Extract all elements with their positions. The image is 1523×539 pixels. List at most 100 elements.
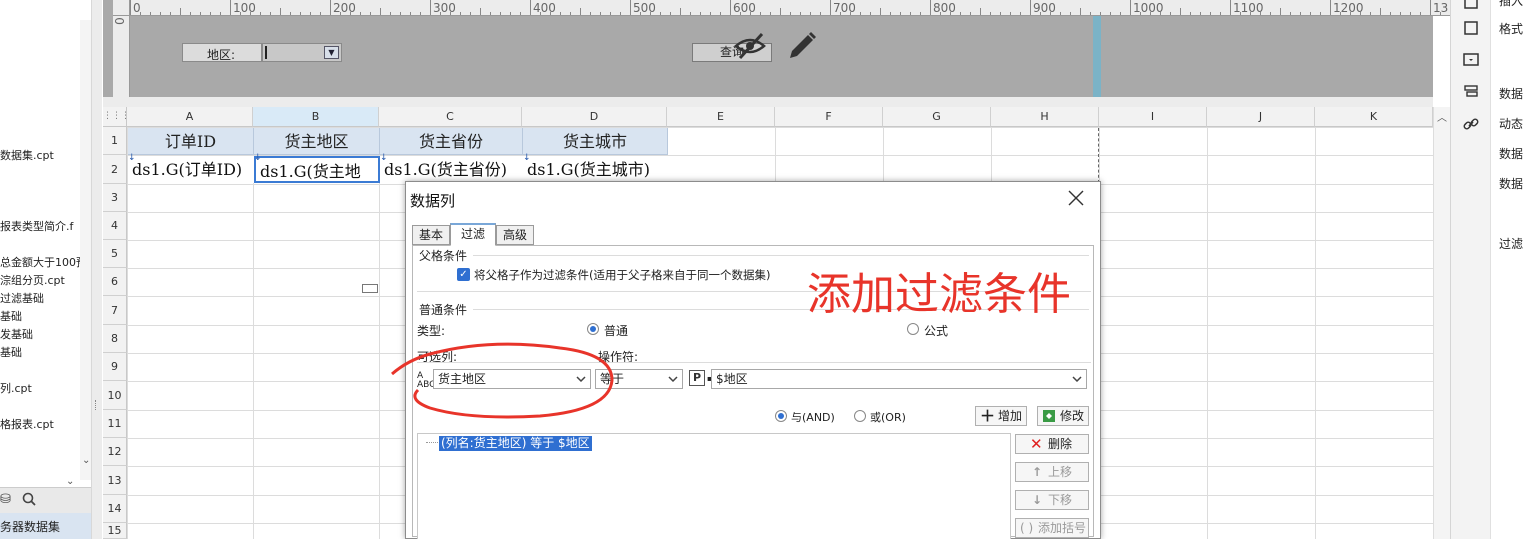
row-header-3[interactable]: 3: [103, 184, 127, 212]
file-tree-item[interactable]: 淙组分页.cpt: [0, 272, 65, 288]
scroll-down-icon[interactable]: ⌄: [66, 476, 74, 487]
file-tree-item[interactable]: 格报表.cpt: [0, 416, 54, 432]
column-header-h[interactable]: H: [991, 107, 1099, 127]
chevron-down-icon[interactable]: [1070, 370, 1084, 388]
data-cell[interactable]: ds1.G(货主省份): [380, 156, 523, 183]
scroll-up-icon[interactable]: ︿: [1437, 109, 1447, 124]
attribute-section-label[interactable]: 过滤: [1499, 235, 1523, 252]
data-cell[interactable]: ds1.G(货主城市): [523, 156, 668, 183]
column-header-j[interactable]: J: [1207, 107, 1315, 127]
widget-icon[interactable]: [1461, 50, 1481, 70]
row-header-8[interactable]: 8: [103, 325, 127, 353]
attribute-section-label[interactable]: 数据: [1499, 145, 1523, 162]
link-icon[interactable]: [1461, 114, 1481, 134]
panel-splitter[interactable]: [92, 0, 102, 539]
attribute-section-label[interactable]: 格式: [1499, 20, 1523, 37]
row-header-15[interactable]: 15: [103, 523, 127, 539]
row-header-12[interactable]: 12: [103, 438, 127, 466]
cell-widget-box[interactable]: [362, 284, 378, 293]
ruler-tick: [1060, 12, 1061, 15]
splitter-grip[interactable]: [95, 400, 98, 410]
scroll-down-icon[interactable]: ⌄: [82, 455, 90, 466]
column-header-d[interactable]: D: [522, 107, 667, 127]
parameter-toggle-button[interactable]: P: [689, 370, 705, 386]
column-header-f[interactable]: F: [775, 107, 883, 127]
region-param-combobox[interactable]: ▼: [262, 43, 342, 62]
tab-basic[interactable]: 基本: [412, 225, 450, 245]
insert-icon[interactable]: [1461, 0, 1481, 12]
column-header-i[interactable]: I: [1099, 107, 1207, 127]
row-header-7[interactable]: 7: [103, 296, 127, 325]
row-header-14[interactable]: 14: [103, 495, 127, 523]
add-condition-button[interactable]: ＋ 增加: [975, 406, 1027, 426]
header-cell[interactable]: 货主地区: [254, 128, 380, 155]
select-all-corner[interactable]: ⋮⋮⋮: [103, 107, 130, 127]
ruler-tick: [400, 12, 401, 15]
header-cell[interactable]: 订单ID: [128, 128, 254, 155]
file-tree-item[interactable]: 过滤基础: [0, 290, 44, 306]
column-header-a[interactable]: A: [127, 107, 253, 127]
file-tree-item[interactable]: 报表类型简介.f: [0, 218, 73, 234]
row-header-11[interactable]: 11: [103, 410, 127, 438]
delete-condition-button[interactable]: ✕ 删除: [1015, 434, 1089, 454]
move-down-button[interactable]: ↓ 下移: [1015, 490, 1089, 510]
dropdown-arrow-icon[interactable]: ▼: [324, 46, 339, 59]
column-header-e[interactable]: E: [667, 107, 775, 127]
file-tree-item[interactable]: 基础: [0, 308, 22, 324]
file-tree-item[interactable]: 列.cpt: [0, 380, 32, 396]
data-column-icon[interactable]: [1461, 82, 1481, 102]
ruler-tick: [370, 12, 371, 15]
server-dataset-tab[interactable]: 务器数据集: [0, 513, 91, 539]
attribute-section-label[interactable]: 数据: [1499, 85, 1523, 102]
attribute-section-label[interactable]: 插入: [1499, 0, 1523, 9]
chevron-down-icon[interactable]: [666, 370, 680, 388]
parent-filter-checkbox[interactable]: ✓: [457, 268, 470, 281]
condition-list[interactable]: (列名:货主地区) 等于 $地区: [417, 433, 1011, 539]
column-header-c[interactable]: C: [379, 107, 522, 127]
file-tree-item[interactable]: 总金额大于100预: [0, 254, 87, 270]
modify-condition-button[interactable]: 修改: [1037, 406, 1089, 426]
attribute-section-label[interactable]: 数据: [1499, 175, 1523, 192]
type-normal-radio[interactable]: [587, 323, 599, 335]
tab-advanced[interactable]: 高级: [496, 225, 534, 245]
file-tree-item[interactable]: 发基础: [0, 326, 33, 342]
database-icon[interactable]: ⛁: [0, 492, 11, 507]
close-icon[interactable]: [1066, 188, 1086, 208]
or-radio[interactable]: [854, 410, 866, 422]
file-tree-scrollbar[interactable]: [80, 20, 91, 480]
param-pane-boundary[interactable]: [1093, 16, 1101, 97]
row-header-4[interactable]: 4: [103, 212, 127, 240]
column-header-k[interactable]: K: [1315, 107, 1433, 127]
and-radio[interactable]: [775, 410, 787, 422]
row-header-10[interactable]: 10: [103, 381, 127, 410]
type-formula-radio[interactable]: [907, 323, 919, 335]
attribute-section-label[interactable]: 动态: [1499, 115, 1523, 132]
tab-filter[interactable]: 过滤: [450, 223, 496, 246]
row-header-1[interactable]: 1: [103, 127, 127, 155]
ruler-tick: [440, 12, 441, 15]
data-cell[interactable]: ds1.G(订单ID): [128, 156, 254, 183]
row-header-9[interactable]: 9: [103, 353, 127, 381]
row-header-6[interactable]: 6: [103, 268, 127, 296]
cell-format-icon[interactable]: [1461, 18, 1481, 38]
move-up-button[interactable]: ↑ 上移: [1015, 462, 1089, 482]
header-cell[interactable]: 货主省份: [380, 128, 523, 155]
file-tree-item[interactable]: 数据集.cpt: [0, 147, 54, 163]
ruler-tick: [1260, 12, 1261, 15]
file-tree-item[interactable]: 基础: [0, 344, 22, 360]
search-icon[interactable]: [22, 492, 36, 510]
pencil-icon[interactable]: [786, 30, 818, 62]
add-bracket-button[interactable]: ( ) 添加括号: [1015, 518, 1089, 538]
eye-slash-icon[interactable]: [732, 28, 768, 64]
row-header-5[interactable]: 5: [103, 240, 127, 268]
parameter-value-select[interactable]: $地区: [711, 369, 1087, 389]
ruler-tick: [890, 12, 891, 15]
data-cell[interactable]: ds1.G(货主地: [254, 156, 380, 183]
column-header-g[interactable]: G: [883, 107, 991, 127]
grid-vertical-scrollbar[interactable]: ︿: [1433, 107, 1450, 539]
condition-item[interactable]: (列名:货主地区) 等于 $地区: [439, 436, 592, 451]
row-header-2[interactable]: 2: [103, 155, 127, 184]
header-cell[interactable]: 货主城市: [523, 128, 668, 155]
row-header-13[interactable]: 13: [103, 466, 127, 495]
column-header-b[interactable]: B: [253, 107, 379, 127]
